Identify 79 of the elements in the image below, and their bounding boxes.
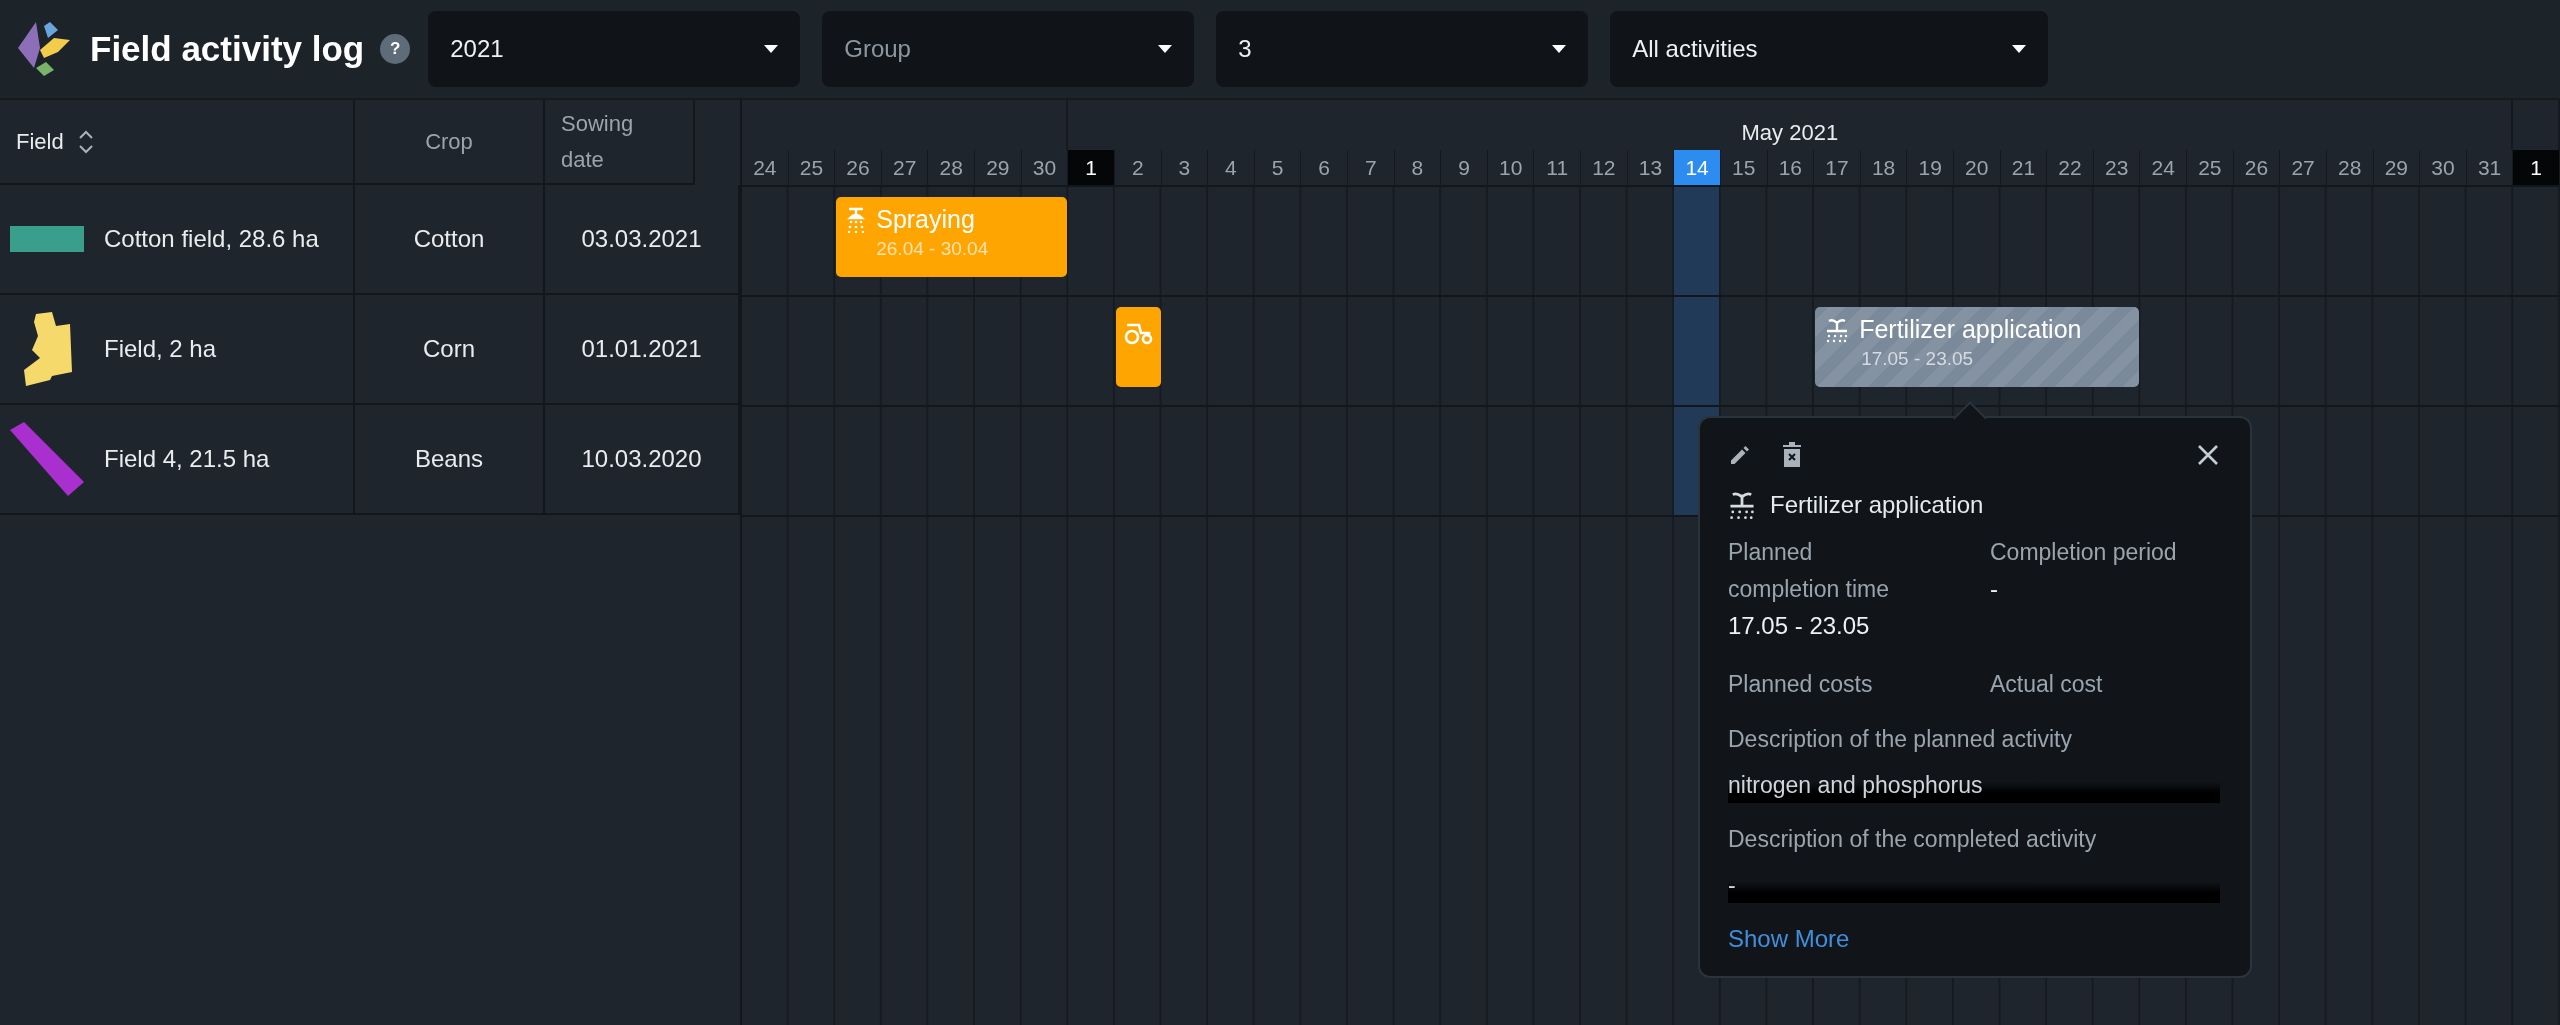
day-label: 21 xyxy=(2000,150,2048,185)
crop-cell: Cotton xyxy=(413,225,485,253)
day-label: 2 xyxy=(1114,150,1162,185)
popup-title: Fertilizer application xyxy=(1770,491,1984,519)
day-label: 26 xyxy=(835,150,882,185)
day-label: 6 xyxy=(1301,150,1348,185)
filter-dropdown[interactable]: 2021 xyxy=(428,11,801,87)
day-label: 30 xyxy=(2420,150,2467,185)
close-icon[interactable] xyxy=(2196,443,2220,467)
field-name[interactable]: Field, 2 ha xyxy=(104,335,217,363)
day-label: 20 xyxy=(1954,150,2001,185)
day-label: 29 xyxy=(975,150,1022,185)
day-label: 28 xyxy=(928,150,976,185)
filter-dropdown[interactable]: Group xyxy=(822,11,1195,87)
tractor-icon xyxy=(1123,321,1154,345)
crop-cell: Corn xyxy=(423,335,475,363)
column-header[interactable]: Field xyxy=(16,128,64,155)
detail-label: Actual cost xyxy=(1990,670,2104,699)
edit-icon[interactable] xyxy=(1728,443,1752,467)
day-label: 9 xyxy=(1441,150,1488,185)
field-name[interactable]: Field 4, 21.5 ha xyxy=(104,445,270,473)
show-more-link[interactable]: Show More xyxy=(1728,925,1850,953)
detail-label: Completion period xyxy=(1990,538,2178,567)
day-label: 27 xyxy=(2280,150,2327,185)
day-label: 24 xyxy=(742,150,789,185)
description-label: Description of the planned activity xyxy=(1728,725,2073,754)
sowing-date-cell: 01.01.2021 xyxy=(581,335,702,363)
day-label: 26 xyxy=(2233,150,2281,185)
caret-icon xyxy=(1552,45,1567,53)
day-label: 17 xyxy=(1814,150,1861,185)
detail-label: Planned costs xyxy=(1728,670,1874,699)
day-label: 24 xyxy=(2140,150,2188,185)
day-label: 15 xyxy=(1720,150,1768,185)
day-label: 7 xyxy=(1348,150,1395,185)
day-label: 12 xyxy=(1581,150,1628,185)
day-label: 3 xyxy=(1161,150,1209,185)
activity-bar[interactable]: Fertilizer application 17.05 - 23.05 xyxy=(1815,307,2140,387)
day-label: 25 xyxy=(788,150,836,185)
day-label: 1 xyxy=(1068,150,1115,185)
caret-icon xyxy=(2012,45,2027,53)
sowing-date-cell: 10.03.2020 xyxy=(581,445,702,473)
column-header: Crop xyxy=(425,128,473,155)
day-label: 10 xyxy=(1487,150,1535,185)
column-header: Sowing date xyxy=(561,109,635,174)
crop-cell: Beans xyxy=(414,445,484,473)
detail-label: Planned completion time xyxy=(1728,538,1891,604)
day-label: 23 xyxy=(2093,150,2141,185)
day-label: 29 xyxy=(2373,150,2421,185)
shower-icon xyxy=(846,206,867,233)
sowing-date-cell: 03.03.2021 xyxy=(581,225,702,253)
help-icon[interactable]: ? xyxy=(380,34,411,64)
page-title: Field activity log xyxy=(90,29,365,69)
sprout-icon xyxy=(1728,490,1756,520)
day-label: 28 xyxy=(2326,150,2374,185)
caret-icon xyxy=(764,45,779,53)
day-label: 1 xyxy=(2513,150,2560,185)
delete-icon[interactable] xyxy=(1782,442,1802,468)
day-label: 16 xyxy=(1767,150,1815,185)
detail-value: 17.05 - 23.05 xyxy=(1728,612,1871,640)
detail-value: - xyxy=(1990,575,1999,603)
sort-icon[interactable] xyxy=(77,128,94,155)
filter-dropdown[interactable]: 3 xyxy=(1216,11,1589,87)
day-label: 18 xyxy=(1860,150,1908,185)
day-label: 4 xyxy=(1208,150,1255,185)
caret-icon xyxy=(1158,45,1173,53)
field-name[interactable]: Cotton field, 28.6 ha xyxy=(104,225,319,253)
day-label: 27 xyxy=(881,150,929,185)
activity-bar[interactable] xyxy=(1115,307,1161,387)
day-label: 19 xyxy=(1907,150,1954,185)
day-label: 5 xyxy=(1254,150,1302,185)
description-label: Description of the completed activity xyxy=(1728,825,2098,854)
day-label: 25 xyxy=(2187,150,2234,185)
day-label: 22 xyxy=(2047,150,2094,185)
month-label: May 2021 xyxy=(1741,120,1839,146)
day-label: 11 xyxy=(1534,150,1582,185)
day-label: 8 xyxy=(1394,150,1442,185)
sprout-icon xyxy=(1825,316,1850,343)
filter-dropdown[interactable]: All activities xyxy=(1610,11,2049,87)
day-label: 14 xyxy=(1674,150,1721,185)
